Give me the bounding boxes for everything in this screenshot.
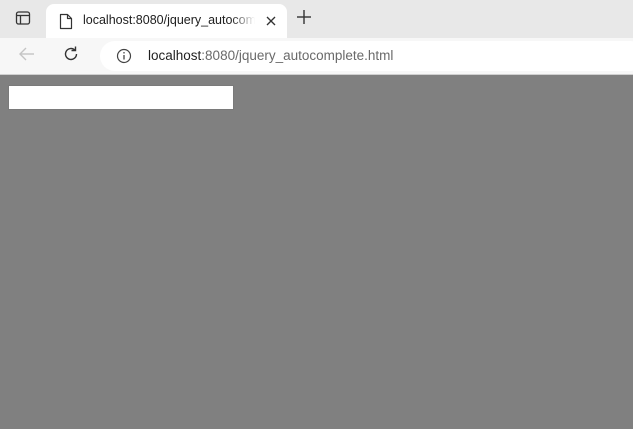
back-button[interactable] [14,43,40,69]
url-host: localhost [148,48,202,63]
browser-toolbar: localhost:8080/jquery_autocomplete.html [0,38,633,75]
tab-title: localhost:8080/jquery_autocomplete.html [83,13,255,27]
plus-icon [296,9,312,30]
new-tab-button[interactable] [292,7,316,31]
arrow-left-icon [18,46,36,67]
page-icon [58,12,74,30]
close-icon[interactable] [262,12,280,30]
info-icon[interactable] [116,48,132,64]
autocomplete-input[interactable] [8,85,234,110]
page-viewport [0,75,633,429]
tab-actions-button[interactable] [9,7,37,33]
reload-button[interactable] [58,43,84,69]
tab-strip: localhost:8080/jquery_autocomplete.html [0,0,633,38]
url-path: :8080/jquery_autocomplete.html [201,48,394,63]
tab-actions-icon [15,10,31,31]
url-text[interactable]: localhost:8080/jquery_autocomplete.html [148,48,393,66]
address-bar[interactable]: localhost:8080/jquery_autocomplete.html [100,41,633,71]
reload-icon [62,45,80,68]
active-tab[interactable]: localhost:8080/jquery_autocomplete.html [46,4,287,38]
